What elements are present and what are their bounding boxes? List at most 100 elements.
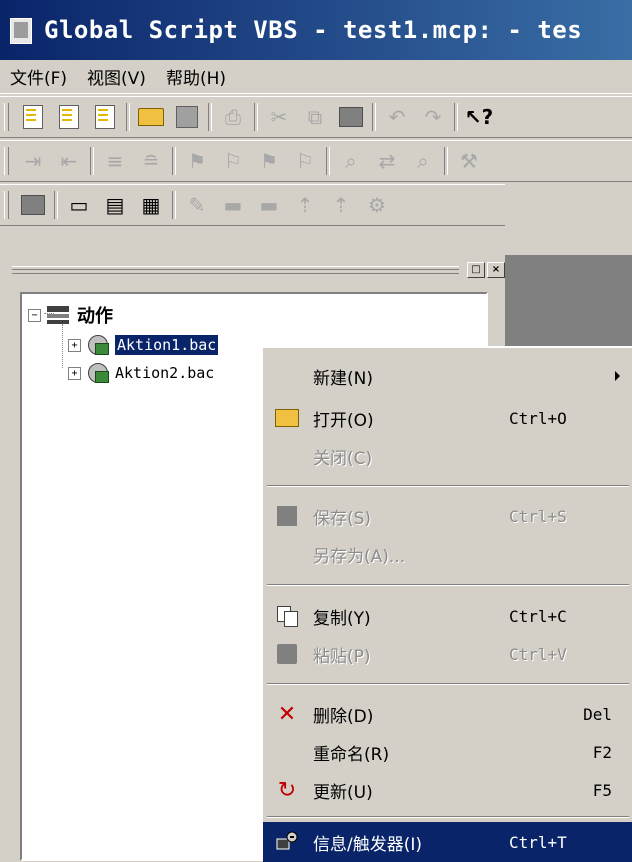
new-function-icon [59,105,79,129]
menu-save-label: 保存(S) [313,508,372,529]
toolbar-separator [172,147,176,175]
menu-close-label: 关闭(C) [313,448,373,469]
toolbar-separator [372,103,376,131]
menu-delete[interactable]: ✕ 删除(D) Del [263,694,632,734]
comment-button[interactable]: ≡ [102,148,128,174]
tree-item[interactable]: + Aktion1.bac [68,334,219,356]
menu-view[interactable]: 视图(V) [77,64,156,89]
new-action-icon [95,105,115,129]
bookmark-toggle-button[interactable]: ⚑ [184,148,210,174]
title-bar[interactable]: Global Script VBS - test1.mcp: - tes [0,0,632,60]
menu-open-shortcut: Ctrl+O [509,408,567,428]
find-button[interactable]: ⌕ [338,148,364,174]
save-button[interactable] [174,104,200,130]
panel-grip[interactable] [12,266,459,274]
outdent-button[interactable]: ⇤ [56,148,82,174]
tree-item-label: Aktion1.bac [115,335,219,355]
display-button[interactable] [20,192,46,218]
expand-toggle[interactable]: + [68,338,81,352]
copy-icon: ⧉ [307,105,323,129]
scissors-icon: ✂ [270,105,288,129]
bookmark-prev-button[interactable]: ⚐ [292,148,318,174]
tree-root[interactable]: − 动作 [28,302,113,328]
context-help-button[interactable]: ↖? [464,104,494,130]
edit-doc-icon: ✎ [188,193,206,217]
menu-info-trigger[interactable]: 信息/触发器(I) Ctrl+T [263,822,632,862]
submenu-arrow-icon [615,371,620,381]
tree-panel-header[interactable]: □ × [8,255,505,285]
copy-button[interactable]: ⧉ [302,104,328,130]
uncomment-icon: ≘ [142,149,160,173]
print-button[interactable]: ⎙ [220,104,246,130]
edit-doc-button[interactable]: ✎ [184,192,210,218]
outdent-icon: ⇤ [60,149,78,173]
hammer-icon: ⚒ [460,149,478,173]
replace-button[interactable]: ⇄ [374,148,400,174]
comment-icon: ≡ [106,149,124,173]
cut-button[interactable]: ✂ [266,104,292,130]
info-trigger-icon [275,830,299,854]
toolbar-grip[interactable] [4,103,9,131]
bookmark-icon: ⚑ [188,149,206,173]
menu-separator [267,683,629,685]
toolbar-grip[interactable] [4,147,9,175]
field-icon: ▭ [69,193,89,217]
find-next-button[interactable]: ⌕ [410,148,436,174]
new-action-button[interactable] [92,104,118,130]
syntax-check-button[interactable]: ⚒ [456,148,482,174]
redo-button[interactable]: ↷ [420,104,446,130]
trigger-up-button[interactable]: ⇡ [292,192,318,218]
info-button[interactable]: ⚙ [364,192,390,218]
menu-rename[interactable]: 重命名(R) F2 [263,732,632,772]
paste-button[interactable] [338,104,364,130]
bookmark-clear-button[interactable]: ⚐ [220,148,246,174]
actions-folder-icon [47,304,71,326]
edit-properties-button[interactable]: ▦ [138,192,164,218]
menu-close[interactable]: 关闭(C) [263,436,632,476]
help-pointer-icon: ↖? [464,105,494,129]
save-icon [275,504,299,528]
action-icon [87,362,109,384]
menu-refresh[interactable]: ↻ 更新(U) F5 [263,770,632,810]
menu-help[interactable]: 帮助(H) [156,64,236,89]
info-trigger-icon: ⚙ [368,193,386,217]
expand-toggle[interactable]: + [68,366,81,380]
open-button[interactable] [138,104,164,130]
refresh-icon: ↻ [277,777,297,803]
toolbar-edit: ⇥ ⇤ ≡ ≘ ⚑ ⚐ ⚑ ⚐ ⌕ ⇄ ⌕ ⚒ [0,140,632,182]
uncomment-button[interactable]: ≘ [138,148,164,174]
menu-save-as[interactable]: 另存为(A)... [263,534,632,574]
trigger-up-icon: ⇡ [296,193,314,217]
menu-open[interactable]: 打开(O) Ctrl+O [263,398,632,438]
properties-button[interactable]: ▤ [102,192,128,218]
bookmark-next-button[interactable]: ⚑ [256,148,282,174]
menu-file[interactable]: 文件(F) [0,64,77,89]
panel-restore-button[interactable]: □ [467,262,485,278]
menu-paste-label: 粘贴(P) [313,646,371,667]
edit-field-button[interactable]: ▭ [66,192,92,218]
indent-button[interactable]: ⇥ [20,148,46,174]
menu-new[interactable]: 新建(N) [263,356,632,396]
new-project-button[interactable] [20,104,46,130]
menu-save[interactable]: 保存(S) Ctrl+S [263,496,632,536]
menu-paste[interactable]: 粘贴(P) Ctrl+V [263,634,632,674]
trigger-button[interactable]: ⇡ [328,192,354,218]
toolbar-grip[interactable] [4,191,9,219]
tag-button[interactable]: ▬ [220,192,246,218]
menu-copy[interactable]: 复制(Y) Ctrl+C [263,596,632,636]
toolbar-standard: ⎙ ✂ ⧉ ↶ ↷ ↖? [0,96,632,138]
open-folder-icon [138,108,164,126]
undo-button[interactable]: ↶ [384,104,410,130]
replace-icon: ⇄ [378,149,396,173]
context-menu: 新建(N) 打开(O) Ctrl+O 关闭(C) 保存(S) Ctrl+S 另存… [261,346,632,862]
trigger-icon: ⇡ [332,193,350,217]
tree-item[interactable]: + Aktion2.bac [68,362,214,384]
new-function-button[interactable] [56,104,82,130]
menu-refresh-shortcut: F5 [592,780,612,800]
tag-icon: ▬ [223,193,243,217]
toolbar-separator [126,103,130,131]
collapse-toggle[interactable]: − [28,308,41,322]
panel-close-button[interactable]: × [487,262,505,278]
tag2-button[interactable]: ▬ [256,192,282,218]
bookmark-clear-icon: ⚐ [224,149,242,173]
